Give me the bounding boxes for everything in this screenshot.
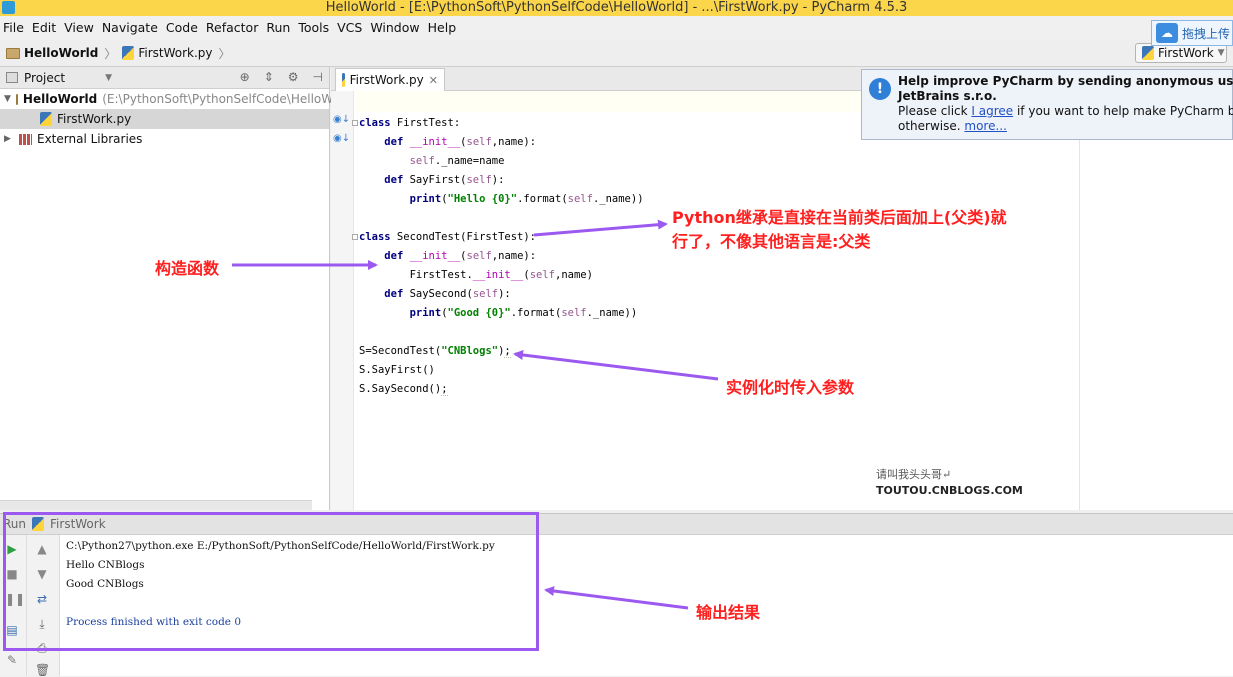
window-title-bar: HelloWorld - [E:\PythonSoft\PythonSelfCo… [0, 0, 1233, 16]
baidu-upload-label: 拖拽上传 [1182, 26, 1231, 41]
python-file-icon [1142, 46, 1154, 60]
chevron-right-icon: 〉 [218, 46, 231, 61]
menu-navigate[interactable]: Navigate [98, 18, 162, 38]
annotation-instantiate: 实例化时传入参数 [726, 378, 855, 397]
collapse-icon[interactable]: ⇕ [264, 70, 274, 84]
more-link[interactable]: more... [964, 119, 1007, 133]
menu-tools[interactable]: Tools [294, 18, 333, 38]
code-line-5: print("Hello {0}".format(self._name)) [409, 193, 644, 205]
python-file-icon [122, 46, 135, 60]
override-gutter-icon[interactable]: ◉↓ [333, 133, 350, 144]
code-line-9: FirstTest.__init__(self,name) [359, 269, 593, 281]
menu-file[interactable]: File [0, 18, 28, 38]
menu-refactor[interactable]: Refactor [202, 18, 262, 38]
navigation-bar: HelloWorld 〉 FirstWork.py 〉 FirstWork ▼ [0, 40, 1233, 67]
breadcrumb-project-label: HelloWorld [24, 46, 99, 60]
annotation-output: 输出结果 [696, 603, 761, 622]
code-line-1: class FirstTest: [359, 117, 461, 129]
notification-text: Please click [898, 104, 972, 118]
breadcrumb-file[interactable]: FirstWork.py 〉 [122, 45, 231, 62]
hide-icon[interactable]: ⊣ [313, 70, 323, 84]
tree-item-label: FirstWork.py [57, 112, 132, 126]
notification-subtitle: JetBrains s.r.o. [898, 89, 997, 103]
code-line-2: def __init__(self,name): [384, 136, 537, 148]
annotation-inheritance-line2: 行了，不像其他语言是:父类 [672, 232, 871, 251]
tree-item-external-libraries[interactable]: ▶ External Libraries [0, 129, 329, 149]
breadcrumb-file-label: FirstWork.py [138, 46, 213, 60]
notification-text: if you want to help make PyCharm better [1016, 104, 1233, 118]
annotation-constructor: 构造函数 [155, 259, 220, 278]
tree-root-helloworld[interactable]: ▼ HelloWorld (E:\PythonSoft\PythonSelfCo… [0, 89, 360, 109]
project-view-icon [6, 72, 18, 83]
tree-root-path: (E:\PythonSoft\PythonSelfCode\HelloWorld… [102, 92, 361, 106]
project-panel-tools: ⊕ ⇕ ⚙ ⊣ [240, 70, 323, 84]
run-config-dropdown[interactable]: FirstWork ▼ [1135, 43, 1227, 63]
menu-run[interactable]: Run [262, 18, 294, 38]
tab-label: FirstWork.py [349, 73, 424, 87]
trash-icon[interactable]: 🗑 [35, 663, 50, 677]
code-line-10: def SaySecond(self): [384, 288, 511, 300]
notification-title: Help improve PyCharm by sending anonymou… [898, 74, 1233, 88]
collapsed-arrow-icon: ▶ [4, 134, 11, 144]
baidu-cloud-icon: ☁ [1156, 23, 1178, 43]
code-line-3: self._name=name [409, 155, 505, 167]
code-line-7: class SecondTest(FirstTest): [359, 231, 537, 243]
horizontal-scrollbar[interactable] [0, 500, 312, 510]
run-config-label: FirstWork [1158, 46, 1214, 60]
project-panel: Project ▼ ⊕ ⇕ ⚙ ⊣ ▼ HelloWorld (E:\Pytho… [0, 67, 360, 510]
pin-icon[interactable]: ✎ [5, 653, 19, 667]
notification-text: otherwise. [898, 119, 965, 133]
editor-gutter [331, 91, 354, 510]
code-line-4: def SayFirst(self): [384, 174, 505, 186]
project-panel-header: Project ▼ ⊕ ⇕ ⚙ ⊣ [0, 67, 329, 89]
close-icon[interactable]: ✕ [429, 74, 438, 87]
watermark-text: 请叫我头头哥↵ [876, 468, 952, 481]
code-line-8: def __init__(self,name): [384, 250, 537, 262]
menu-window[interactable]: Window [366, 18, 423, 38]
chevron-down-icon: ▼ [1217, 48, 1225, 58]
python-file-icon [342, 73, 345, 87]
gear-icon[interactable]: ⚙ [288, 70, 299, 84]
code-editor[interactable]: ◉↓ ◉↓ class FirstTest: def __init__(self… [331, 91, 1233, 510]
expanded-arrow-icon: ▼ [4, 94, 11, 104]
i-agree-link[interactable]: I agree [971, 104, 1013, 118]
notification-line2: otherwise. more... [898, 119, 1232, 134]
pycharm-app-icon [2, 1, 15, 14]
fold-marker-icon[interactable] [352, 120, 358, 126]
folder-icon [15, 93, 18, 105]
watermark-url: TOUTOU.CNBLOGS.COM [876, 484, 1023, 497]
code-line-14: S.SayFirst() [359, 364, 435, 376]
breadcrumb-project[interactable]: HelloWorld 〉 [6, 45, 116, 62]
menu-help[interactable]: Help [424, 18, 461, 38]
chevron-right-icon: 〉 [104, 46, 117, 61]
notification-line1: Please click I agree if you want to help… [898, 104, 1233, 119]
code-line-15: S.SaySecond(); [359, 383, 448, 396]
tree-item-firstwork[interactable]: FirstWork.py [0, 109, 329, 129]
python-file-icon [40, 112, 52, 126]
menu-bar: File Edit View Navigate Code Refactor Ru… [0, 17, 1233, 39]
library-icon [19, 133, 32, 145]
output-highlight-box [3, 512, 539, 651]
project-panel-title[interactable]: Project [24, 71, 65, 85]
menu-vcs[interactable]: VCS [333, 18, 366, 38]
tree-root-label: HelloWorld [22, 92, 98, 106]
override-gutter-icon[interactable]: ◉↓ [333, 114, 350, 125]
folder-icon [6, 47, 20, 59]
chevron-down-icon[interactable]: ▼ [105, 73, 112, 83]
menu-code[interactable]: Code [162, 18, 202, 38]
window-title: HelloWorld - [E:\PythonSoft\PythonSelfCo… [325, 0, 908, 15]
code-line-11: print("Good {0}".format(self._name)) [409, 307, 638, 319]
code-line-13: S=SecondTest("CNBlogs"); [359, 345, 511, 358]
target-icon[interactable]: ⊕ [240, 70, 250, 84]
menu-view[interactable]: View [60, 18, 98, 38]
tree-item-label: External Libraries [37, 132, 143, 146]
info-icon: ! [869, 78, 891, 100]
usage-stats-notification: ! Help improve PyCharm by sending anonym… [861, 69, 1233, 140]
right-margin-guide [1079, 91, 1080, 510]
menu-edit[interactable]: Edit [28, 18, 60, 38]
tab-firstwork[interactable]: FirstWork.py ✕ [335, 68, 445, 91]
annotation-inheritance-line1: Python继承是直接在当前类后面加上(父类)就 [672, 208, 1007, 227]
baidu-upload-widget[interactable]: ☁ 拖拽上传 [1151, 20, 1233, 46]
fold-marker-icon[interactable] [352, 234, 358, 240]
